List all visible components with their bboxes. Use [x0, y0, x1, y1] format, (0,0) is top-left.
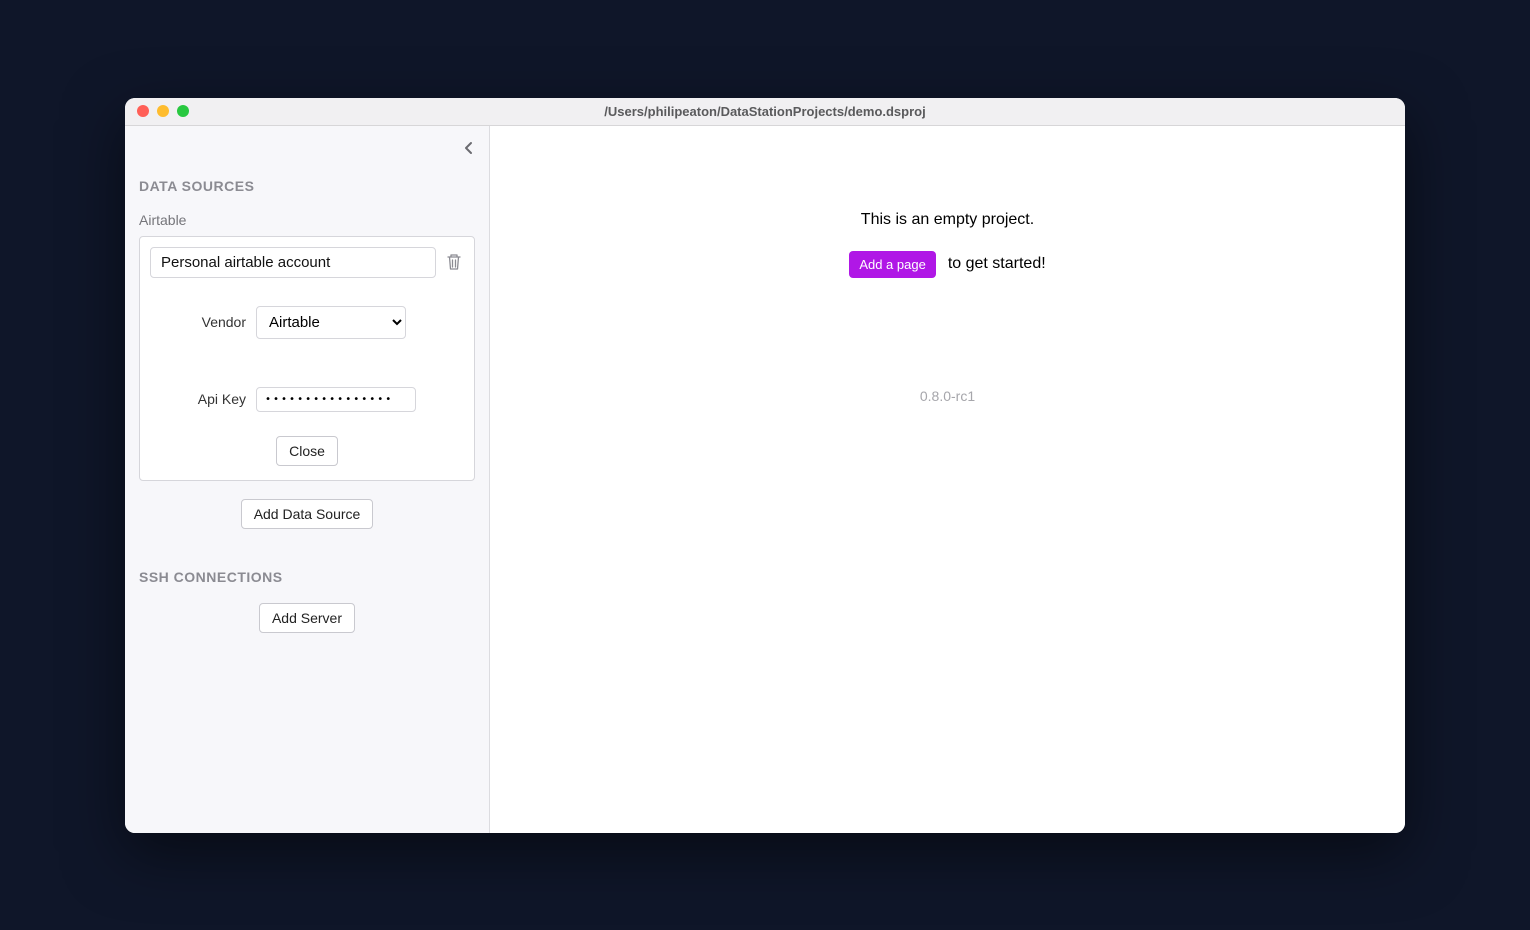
- chevron-left-icon: [464, 141, 474, 155]
- maximize-window-icon[interactable]: [177, 105, 189, 117]
- get-started-text: to get started!: [948, 255, 1046, 273]
- trash-icon: [446, 253, 462, 271]
- close-window-icon[interactable]: [137, 105, 149, 117]
- empty-state: This is an empty project. Add a page to …: [490, 211, 1405, 404]
- app-body: DATA SOURCES Airtable Vendor Airtable: [125, 126, 1405, 833]
- traffic-lights: [137, 105, 189, 117]
- ssh-connections-heading: SSH CONNECTIONS: [139, 569, 475, 585]
- version-label: 0.8.0-rc1: [490, 388, 1405, 404]
- add-data-source-button[interactable]: Add Data Source: [241, 499, 374, 529]
- close-button[interactable]: Close: [276, 436, 338, 466]
- api-key-input[interactable]: [256, 387, 416, 412]
- data-source-name-input[interactable]: [150, 247, 436, 278]
- empty-project-text: This is an empty project.: [490, 211, 1405, 229]
- add-server-row: Add Server: [139, 603, 475, 633]
- collapse-sidebar-button[interactable]: [457, 136, 481, 160]
- data-source-card: Vendor Airtable Api Key Close: [139, 236, 475, 481]
- data-source-name-row: [150, 247, 464, 278]
- vendor-select[interactable]: Airtable: [256, 306, 406, 339]
- window-title: /Users/philipeaton/DataStationProjects/d…: [135, 104, 1395, 119]
- delete-data-source-button[interactable]: [444, 251, 464, 273]
- add-data-source-row: Add Data Source: [139, 499, 475, 529]
- empty-action-row: Add a page to get started!: [490, 251, 1405, 278]
- api-key-label: Api Key: [150, 391, 246, 407]
- vendor-row: Vendor Airtable: [150, 306, 464, 339]
- data-sources-heading: DATA SOURCES: [139, 178, 475, 194]
- add-page-button[interactable]: Add a page: [849, 251, 936, 278]
- api-key-row: Api Key: [150, 387, 464, 412]
- add-server-button[interactable]: Add Server: [259, 603, 355, 633]
- close-row: Close: [150, 436, 464, 466]
- app-window: /Users/philipeaton/DataStationProjects/d…: [125, 98, 1405, 833]
- titlebar: /Users/philipeaton/DataStationProjects/d…: [125, 98, 1405, 126]
- minimize-window-icon[interactable]: [157, 105, 169, 117]
- main-content: This is an empty project. Add a page to …: [490, 126, 1405, 833]
- vendor-label: Vendor: [150, 314, 246, 330]
- sidebar: DATA SOURCES Airtable Vendor Airtable: [125, 126, 490, 833]
- data-source-type-label: Airtable: [139, 212, 475, 228]
